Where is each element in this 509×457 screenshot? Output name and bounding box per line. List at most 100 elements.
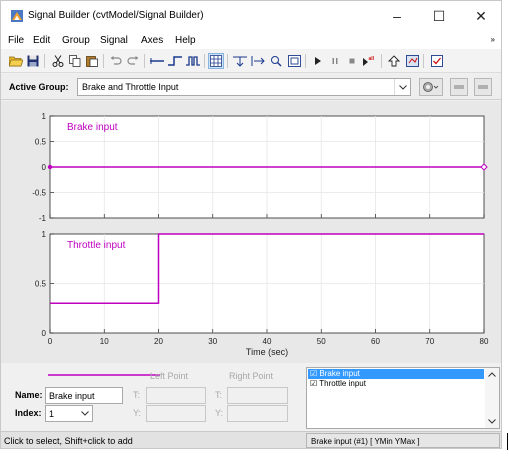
left-t-label: T: bbox=[133, 390, 141, 400]
list-item-throttle-input[interactable]: ☑ Throttle input bbox=[308, 379, 484, 389]
menu-signal[interactable]: Signal bbox=[100, 35, 128, 46]
snap-y-icon[interactable] bbox=[250, 53, 266, 69]
right-point-label: Right Point bbox=[229, 371, 274, 381]
plot-panel: 1 0.5 0 -0.5 -1 Brake input 1 0.5 0 Throttle inpu… bbox=[1, 101, 501, 363]
step-icon[interactable] bbox=[167, 53, 183, 69]
status-hint: Click to select, Shift+click to add bbox=[4, 436, 133, 446]
undo-icon[interactable] bbox=[108, 53, 124, 69]
x-tick-label: 60 bbox=[371, 337, 380, 346]
toolbar-separator bbox=[227, 54, 228, 68]
signal-axes[interactable]: 1 0.5 0 -0.5 -1 Brake input 1 0.5 0 Throttle inpu… bbox=[1, 101, 501, 363]
fit-icon[interactable] bbox=[286, 53, 302, 69]
y-tick-label: 0.5 bbox=[35, 138, 47, 147]
window-title: Signal Builder (cvtModel/Signal Builder) bbox=[28, 10, 204, 21]
open-icon[interactable] bbox=[8, 53, 24, 69]
up-icon[interactable] bbox=[386, 53, 402, 69]
active-group-label: Active Group: bbox=[9, 82, 69, 92]
signal-label-0: Brake input bbox=[67, 122, 118, 133]
scroll-up-icon[interactable] bbox=[488, 372, 496, 377]
signal-builder-window: Signal Builder (cvtModel/Signal Builder)… bbox=[0, 0, 502, 449]
toolbar-separator bbox=[381, 54, 382, 68]
paste-icon[interactable] bbox=[84, 53, 100, 69]
minimize-button[interactable]: – bbox=[377, 5, 417, 27]
left-point-label: Left Point bbox=[150, 371, 189, 381]
y-tick-label: 0.5 bbox=[35, 280, 47, 289]
right-t-label: T: bbox=[215, 390, 223, 400]
x-tick-label: 50 bbox=[317, 337, 326, 346]
y-tick-label: 1 bbox=[42, 112, 47, 121]
toolbar-separator bbox=[144, 54, 145, 68]
y-tick-label: -1 bbox=[39, 214, 47, 223]
y-tick-label: 0 bbox=[42, 163, 47, 172]
zoom-xy-icon[interactable] bbox=[268, 53, 284, 69]
svg-text:all: all bbox=[369, 56, 375, 62]
menu-group[interactable]: Group bbox=[62, 35, 90, 46]
verify-icon[interactable] bbox=[429, 53, 445, 69]
left-y-label: Y: bbox=[133, 408, 142, 418]
menu-edit[interactable]: Edit bbox=[33, 35, 50, 46]
cut-icon[interactable] bbox=[50, 53, 66, 69]
grid-icon[interactable] bbox=[208, 53, 224, 69]
group-options-button[interactable] bbox=[419, 78, 443, 96]
chevron-down-icon[interactable] bbox=[81, 411, 89, 416]
group-previous-button[interactable] bbox=[450, 78, 468, 96]
pause-icon[interactable] bbox=[327, 53, 343, 69]
active-group-select[interactable]: Brake and Throttle Input bbox=[77, 78, 411, 96]
close-button[interactable]: ✕ bbox=[461, 5, 501, 27]
right-t-field bbox=[227, 387, 288, 404]
list-item-brake-input[interactable]: ☑ Brake input bbox=[308, 369, 484, 379]
toolbar: all bbox=[1, 49, 501, 73]
toolbar-separator bbox=[103, 54, 104, 68]
y-tick-label: 0 bbox=[42, 329, 47, 338]
copy-icon[interactable] bbox=[67, 53, 83, 69]
constant-icon[interactable] bbox=[149, 53, 165, 69]
index-select[interactable]: 1 bbox=[45, 405, 93, 422]
x-tick-label: 80 bbox=[480, 337, 489, 346]
scroll-down-icon[interactable] bbox=[488, 419, 496, 424]
active-group-value: Brake and Throttle Input bbox=[82, 82, 179, 92]
snap-x-icon[interactable] bbox=[232, 53, 248, 69]
menu-help[interactable]: Help bbox=[175, 35, 196, 46]
active-group-bar: Active Group: Brake and Throttle Input bbox=[1, 74, 501, 100]
name-field[interactable]: Brake input bbox=[45, 387, 123, 404]
status-bar: Click to select, Shift+click to add Brak… bbox=[1, 431, 501, 448]
x-tick-label: 10 bbox=[100, 337, 109, 346]
name-label: Name: bbox=[15, 390, 43, 400]
maximize-button[interactable]: ☐ bbox=[419, 5, 459, 27]
x-tick-label: 30 bbox=[208, 337, 217, 346]
x-tick-label: 20 bbox=[154, 337, 163, 346]
menu-bar: File Edit Group Signal Axes Help » bbox=[1, 31, 501, 49]
signal-line-swatch bbox=[48, 374, 160, 376]
pulse-icon[interactable] bbox=[185, 53, 201, 69]
import-icon[interactable] bbox=[404, 53, 420, 69]
menu-file[interactable]: File bbox=[8, 35, 24, 46]
save-icon[interactable] bbox=[25, 53, 41, 69]
play-icon[interactable] bbox=[310, 53, 326, 69]
y-tick-label: -0.5 bbox=[32, 189, 46, 198]
stop-icon[interactable] bbox=[344, 53, 360, 69]
chevron-down-icon[interactable] bbox=[394, 79, 410, 95]
point-editor-panel: Left Point Right Point Name: Brake input… bbox=[1, 363, 501, 431]
x-tick-label: 40 bbox=[263, 337, 272, 346]
signal-label-1: Throttle input bbox=[67, 240, 126, 251]
group-next-button[interactable] bbox=[474, 78, 492, 96]
menu-axes[interactable]: Axes bbox=[141, 35, 163, 46]
x-tick-label: 70 bbox=[425, 337, 434, 346]
x-tick-label: 0 bbox=[48, 337, 53, 346]
toolbar-separator bbox=[423, 54, 424, 68]
title-bar: Signal Builder (cvtModel/Signal Builder)… bbox=[1, 1, 501, 31]
status-selection: Brake input (#1) [ YMin YMax ] bbox=[306, 433, 500, 448]
signal-list[interactable]: ☑ Brake input ☑ Throttle input bbox=[306, 367, 500, 429]
y-tick-label: 1 bbox=[42, 230, 47, 239]
toolbar-separator bbox=[44, 54, 45, 68]
left-y-field bbox=[146, 405, 206, 422]
text-cursor bbox=[507, 433, 508, 450]
menu-overflow-icon[interactable]: » bbox=[491, 35, 495, 44]
right-y-label: Y: bbox=[215, 408, 224, 418]
toolbar-separator bbox=[305, 54, 306, 68]
right-y-field bbox=[227, 405, 288, 422]
redo-icon[interactable] bbox=[125, 53, 141, 69]
run-all-icon[interactable]: all bbox=[361, 53, 377, 69]
x-axis-label: Time (sec) bbox=[246, 347, 288, 357]
list-scrollbar[interactable] bbox=[485, 368, 499, 428]
